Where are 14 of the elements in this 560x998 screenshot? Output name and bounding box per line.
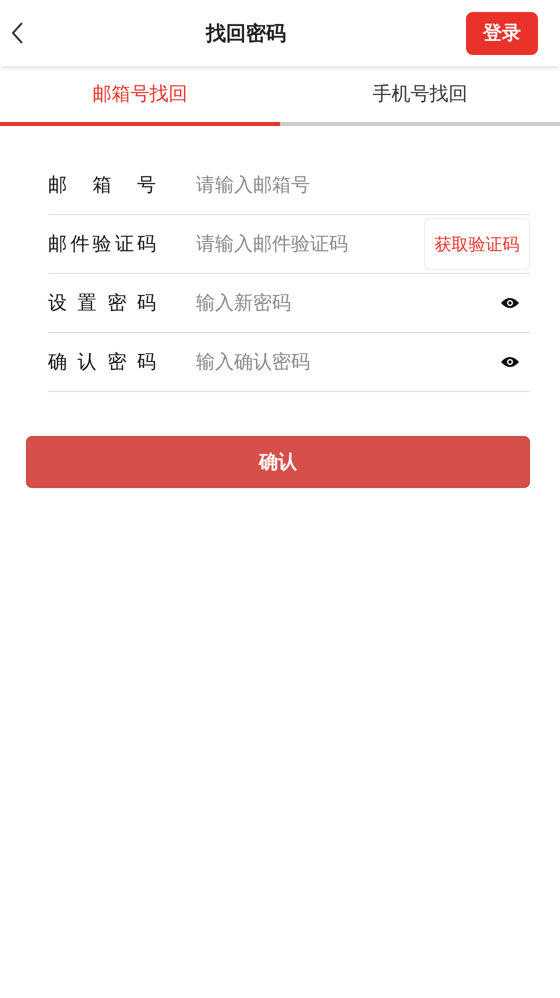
field-label: 邮件验证码 — [48, 232, 156, 257]
input-field[interactable]: 输入确认密码 — [196, 351, 500, 373]
input-field[interactable]: 请输入邮件验证码 — [196, 233, 424, 255]
field-label: 邮箱号 — [48, 173, 156, 198]
confirm-button[interactable]: 确认 — [26, 436, 530, 488]
input-field[interactable]: 输入新密码 — [196, 292, 500, 314]
eye-icon[interactable] — [500, 355, 520, 369]
get-code-button[interactable]: 获取验证码 — [424, 218, 530, 270]
field-label: 设置密码 — [48, 291, 156, 316]
input-field[interactable]: 请输入邮箱号 — [196, 174, 530, 196]
field-label: 确认密码 — [48, 350, 156, 375]
page-title: 找回密码 — [206, 20, 286, 46]
eye-icon[interactable] — [500, 296, 520, 310]
login-button[interactable]: 登录 — [466, 12, 538, 54]
